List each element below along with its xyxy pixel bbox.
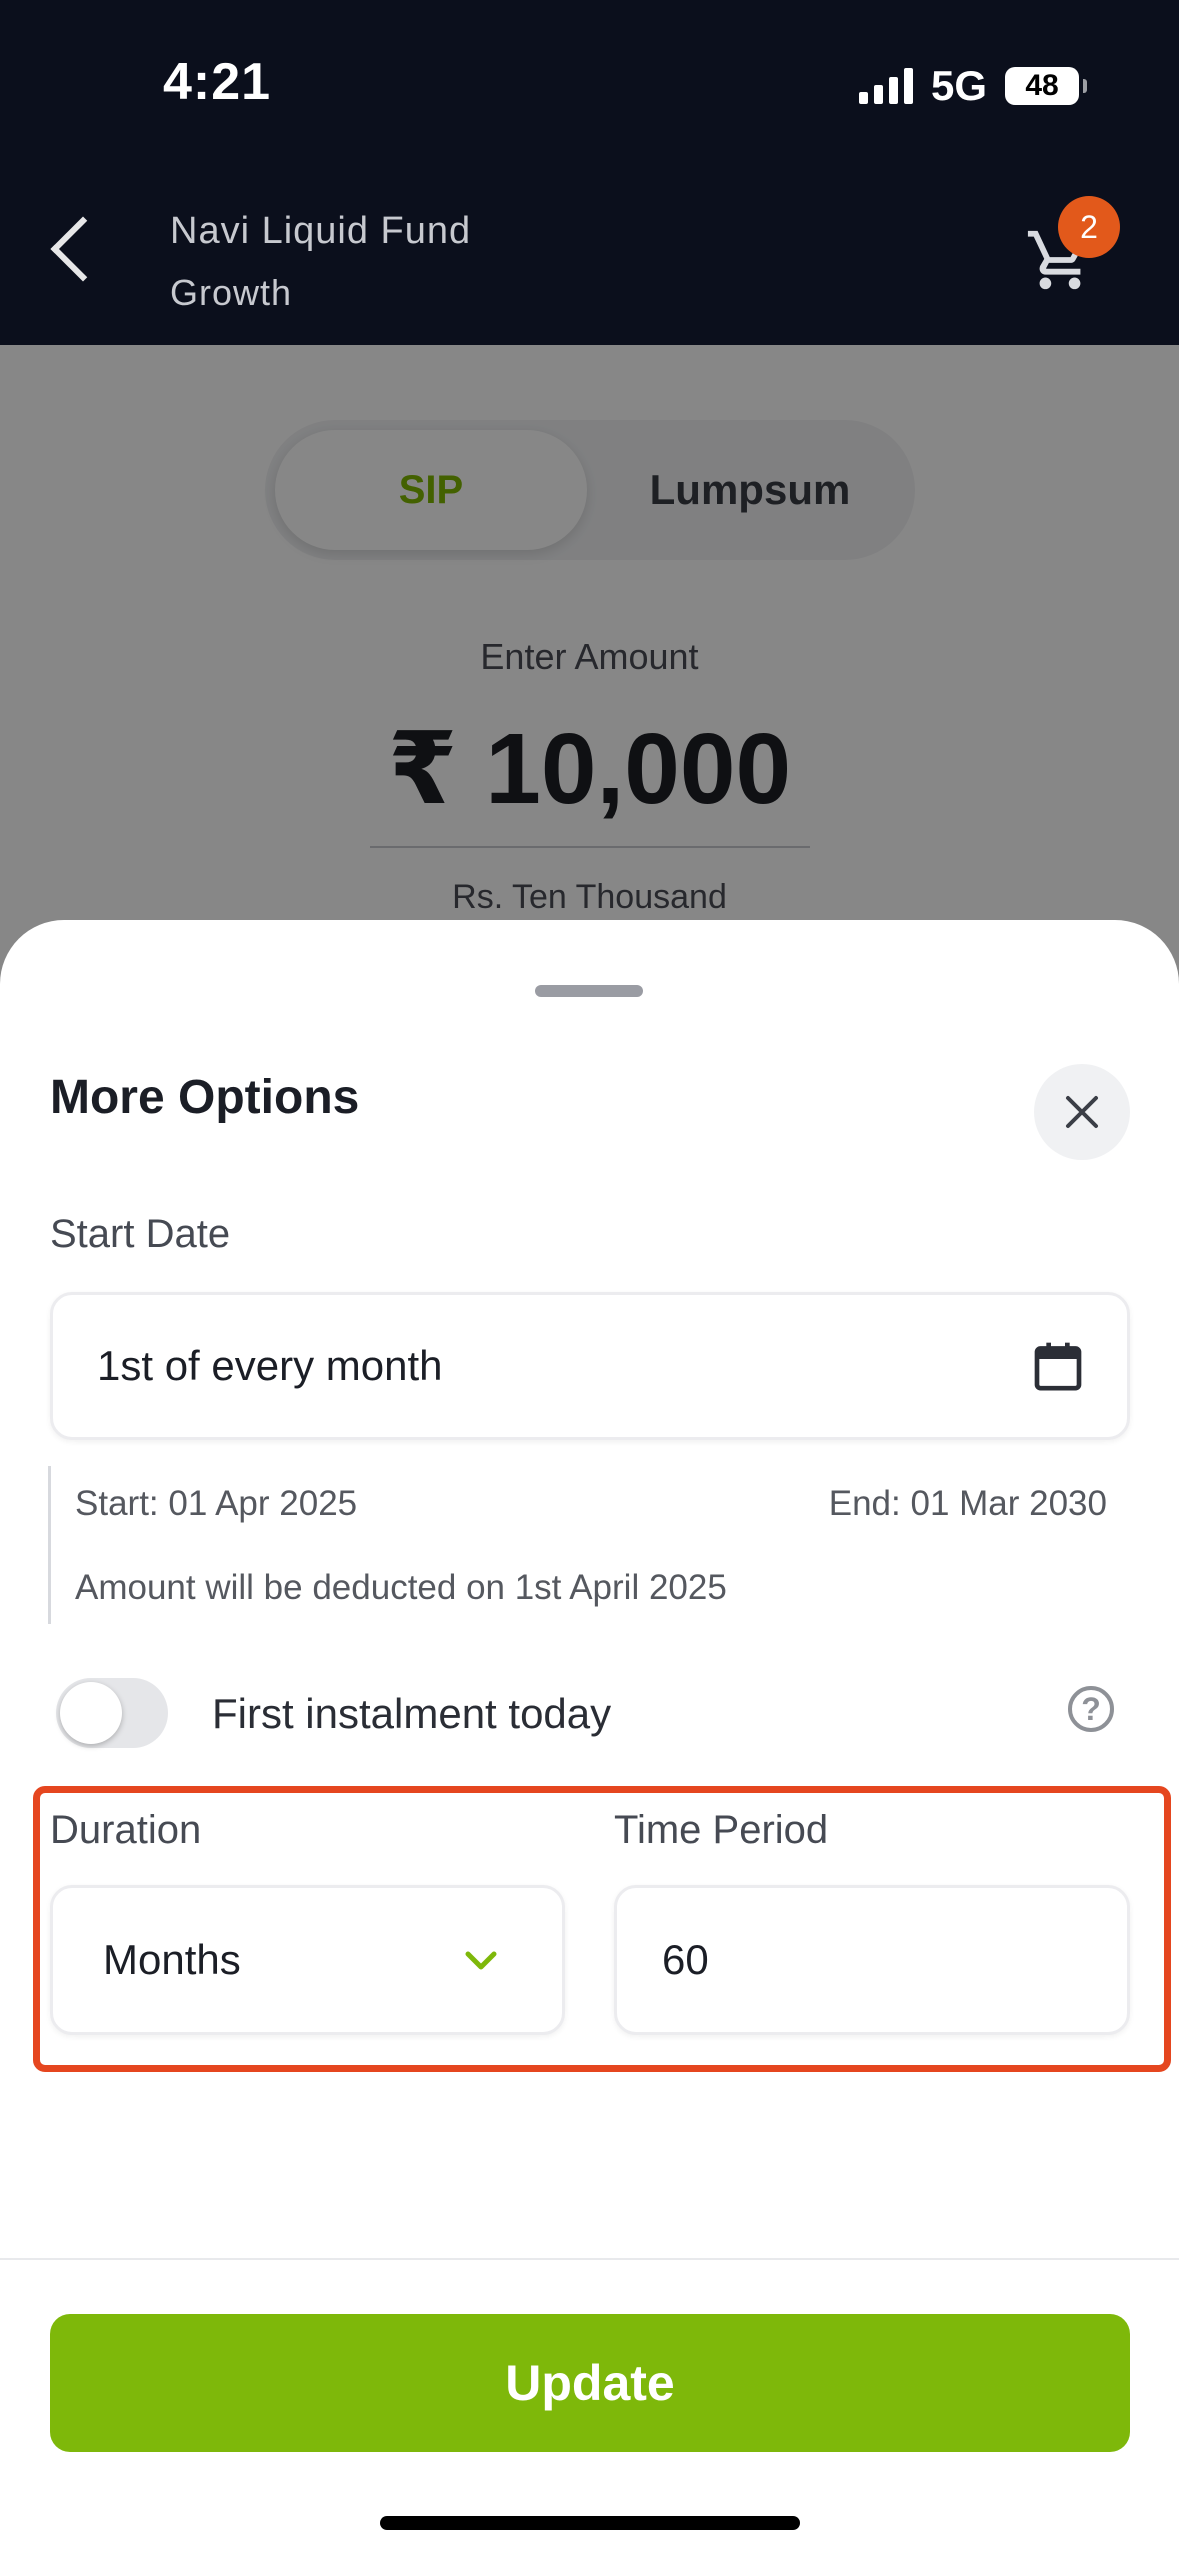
toggle-knob	[60, 1682, 122, 1744]
screen: SIP Lumpsum Enter Amount ₹ 10,000 Rs. Te…	[0, 0, 1179, 2556]
deduction-note: Amount will be deducted on 1st April 202…	[75, 1568, 727, 1607]
duration-value: Months	[103, 1936, 241, 1983]
status-indicators: 5G 48	[858, 62, 1087, 110]
home-indicator[interactable]	[380, 2516, 800, 2530]
schedule-end: End: 01 Mar 2030	[828, 1484, 1107, 1523]
status-time: 4:21	[163, 53, 272, 111]
fund-name: Navi Liquid Fund	[170, 210, 472, 252]
more-options-sheet	[0, 920, 1179, 2556]
battery-level: 48	[1025, 69, 1059, 102]
first-instalment-label: First instalment today	[212, 1690, 612, 1737]
footer-divider	[0, 2258, 1179, 2260]
sheet-title: More Options	[50, 1071, 360, 1124]
close-icon	[1066, 1096, 1098, 1128]
calendar-icon[interactable]	[1030, 1338, 1086, 1394]
app-header: 4:21 5G 48 Navi Liquid Fund Growth 2	[0, 0, 1179, 345]
battery-icon: 48	[1005, 67, 1087, 105]
time-period-label: Time Period	[614, 1808, 829, 1852]
time-period-value: 60	[662, 1936, 709, 1983]
schedule-info-bar	[48, 1466, 51, 1624]
cart-count-badge: 2	[1058, 196, 1120, 258]
start-date-label: Start Date	[50, 1212, 231, 1256]
duration-label: Duration	[50, 1808, 202, 1852]
chevron-down-icon	[465, 1951, 497, 1970]
help-icon[interactable]: ?	[1068, 1686, 1114, 1732]
update-button[interactable]: Update	[50, 2314, 1130, 2452]
close-button[interactable]	[1034, 1064, 1130, 1160]
fund-plan: Growth	[170, 272, 293, 313]
network-type: 5G	[930, 62, 987, 109]
signal-icon	[858, 68, 913, 104]
schedule-start: Start: 01 Apr 2025	[75, 1484, 358, 1523]
sheet-grabber[interactable]	[535, 985, 643, 997]
back-arrow-icon[interactable]	[50, 216, 116, 282]
start-date-value: 1st of every month	[97, 1342, 443, 1389]
